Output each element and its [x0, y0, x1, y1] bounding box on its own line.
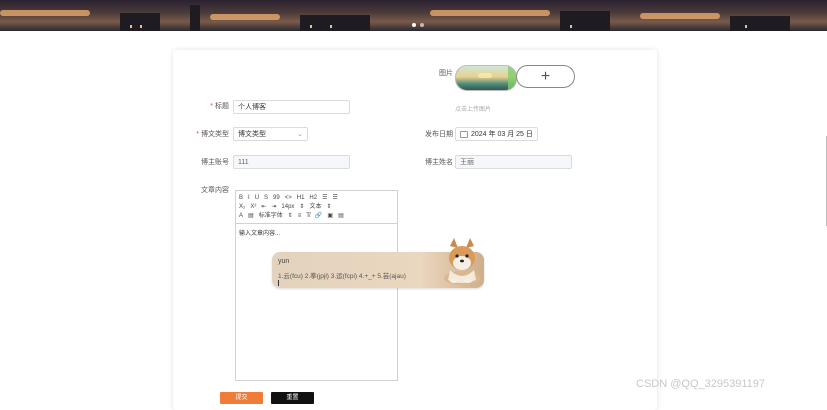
- ime-input-text: yun: [278, 258, 290, 265]
- font-size-select[interactable]: 14px: [281, 203, 294, 212]
- name-label: 博主姓名: [425, 159, 453, 166]
- bullet-list-icon[interactable]: ☰: [332, 194, 337, 203]
- csdn-watermark: CSDN @QQ_3295391197: [636, 378, 765, 390]
- editor-content-area[interactable]: 输入文章内容...: [236, 224, 397, 241]
- name-input[interactable]: 王丽: [455, 155, 572, 169]
- blog-form-card: 图片 + 点击上传图片 * 标题 个人博客 * 博文类型 博文类型 ⌄ 发布日期 20…: [173, 50, 657, 410]
- italic-button[interactable]: I: [248, 194, 250, 203]
- type-select[interactable]: 博文类型 ⌄: [233, 127, 308, 141]
- title-input[interactable]: 个人博客: [233, 100, 350, 114]
- superscript-button[interactable]: X²: [250, 203, 256, 212]
- select-arrows-icon: ⇕: [287, 213, 293, 219]
- toolbar-row: A ▤ 标准字体 ⇕ ≡ T̸ 🔗 ▣ ▤: [239, 212, 394, 221]
- image-hint: 点击上传图片: [455, 107, 492, 113]
- upload-image-button[interactable]: +: [516, 65, 575, 88]
- editor-toolbar: B I U S 99 <> H1 H2 ☰ ☰ X₂ X² ⇤ ⇥ 14px ⇕…: [236, 191, 397, 224]
- heading-select[interactable]: 文本: [309, 203, 321, 212]
- code-button[interactable]: <>: [285, 194, 292, 203]
- calendar-icon: [460, 130, 468, 138]
- font-family-select[interactable]: 标准字体: [259, 212, 283, 221]
- toolbar-row: X₂ X² ⇤ ⇥ 14px ⇕ 文本 ⇕: [239, 203, 394, 212]
- date-picker[interactable]: 2024 年 03 月 25 日: [455, 127, 538, 141]
- ordered-list-icon[interactable]: ☰: [322, 194, 327, 203]
- link-icon[interactable]: 🔗: [315, 212, 322, 221]
- outdent-icon[interactable]: ⇤: [261, 203, 266, 212]
- submit-button[interactable]: 提交: [220, 392, 263, 404]
- select-arrows-icon: ⇕: [326, 204, 332, 210]
- video-icon[interactable]: ▤: [338, 212, 344, 221]
- select-arrows-icon: ⇕: [299, 204, 305, 210]
- account-label: 博主账号: [201, 159, 229, 166]
- h2-button[interactable]: H2: [309, 194, 317, 203]
- image-icon[interactable]: ▣: [327, 212, 333, 221]
- account-input[interactable]: 111: [233, 155, 350, 169]
- plus-icon: +: [540, 67, 551, 85]
- bold-button[interactable]: B: [239, 194, 243, 203]
- h1-button[interactable]: H1: [297, 194, 305, 203]
- background-color-icon[interactable]: ▤: [248, 212, 254, 221]
- date-label: 发布日期: [425, 131, 453, 138]
- dog-skin-illustration: [444, 238, 480, 285]
- chevron-down-icon: ⌄: [297, 131, 303, 138]
- text-cursor: [278, 280, 279, 286]
- underline-button[interactable]: U: [255, 194, 259, 203]
- carousel-dot[interactable]: [420, 23, 424, 27]
- toolbar-row: B I U S 99 <> H1 H2 ☰ ☰: [239, 194, 394, 203]
- uploaded-image-thumbnail[interactable]: [455, 65, 517, 91]
- carousel-dot[interactable]: [412, 23, 416, 27]
- image-label: 图片: [439, 70, 453, 77]
- ime-candidate-list[interactable]: 1.云(fcu) 2.拳(jpjl) 3.运(fcpi) 4.+_+ 5.芸(a…: [278, 270, 406, 280]
- carousel-indicators[interactable]: [412, 23, 424, 27]
- quote-button[interactable]: 99: [273, 194, 280, 203]
- strike-button[interactable]: S: [264, 194, 268, 203]
- type-label: * 博文类型: [196, 131, 229, 138]
- align-icon[interactable]: ≡: [298, 212, 302, 221]
- indent-icon[interactable]: ⇥: [271, 203, 276, 212]
- subscript-button[interactable]: X₂: [239, 203, 245, 212]
- clear-format-icon[interactable]: T̸: [306, 212, 310, 221]
- title-label: * 标题: [210, 103, 229, 110]
- content-label: 文章内容: [201, 187, 229, 194]
- banner-carousel[interactable]: [0, 0, 827, 31]
- font-color-button[interactable]: A: [239, 212, 243, 221]
- reset-button[interactable]: 重置: [271, 392, 314, 404]
